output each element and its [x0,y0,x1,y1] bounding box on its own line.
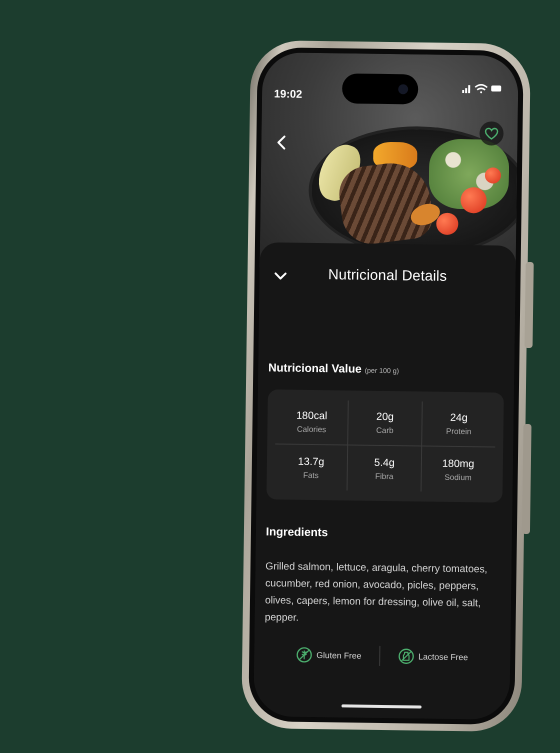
side-button [524,261,534,349]
nutrient-label: Sodium [444,472,472,482]
nutrient-value: 180cal [296,409,328,423]
nutrient-fats: 13.7g Fats [274,444,349,491]
tag-gluten-free: Gluten Free [296,647,361,664]
battery-icon [491,85,502,92]
screen: 19:02 Nutricional Details Nutricional Va… [253,52,519,720]
signal-icon [462,85,471,94]
nutrient-value: 180mg [442,457,475,470]
wifi-icon [474,84,488,94]
nutrient-label: Fats [303,470,319,480]
nutrient-value: 24g [450,411,468,425]
sheet-title: Nutricional Details [328,267,448,285]
nutrient-label: Carb [376,425,394,436]
nutrition-sheet: Nutricional Details Nutricional Value (p… [253,242,516,720]
nutrient-sodium: 180mg Sodium [421,447,495,493]
nutrient-calories: 180cal Calories [275,399,350,446]
nutrition-title-text: Nutricional Value [268,362,362,376]
tag-label: Lactose Free [418,651,469,663]
ingredients-text: Grilled salmon, lettuce, aragula, cherry… [264,561,488,624]
nutrient-fibra: 5.4g Fibra [347,445,422,492]
nutrient-value: 13.7g [297,455,325,468]
nutrient-label: Calories [296,424,327,435]
phone-bezel: 19:02 Nutricional Details Nutricional Va… [248,47,524,725]
nutrient-protein: 24g Protein [421,401,496,448]
back-button[interactable] [275,134,287,155]
camera [398,84,409,95]
gluten-free-icon [296,647,313,663]
home-indicator[interactable] [341,704,422,709]
phone-frame: 19:02 Nutricional Details Nutricional Va… [241,40,534,732]
tag-lactose-free: Lactose Free [398,648,468,665]
nutrient-label: Protein [445,426,472,437]
dynamic-island [341,73,419,105]
nutrition-grid: 180cal Calories 20g Carb 24g Protein 13.… [274,399,496,493]
ingredients-title: Ingredients [265,526,329,540]
sheet-header: Nutricional Details [259,242,516,302]
nutrient-value: 20g [376,410,394,424]
heart-icon [484,127,499,140]
side-button-lower [521,423,532,535]
tag-label: Gluten Free [316,650,362,661]
chevron-left-icon [277,135,286,150]
nutrition-section-title: Nutricional Value (per 100 g) [268,362,399,376]
diet-tags: Gluten Free Lactose Free [254,642,510,670]
status-icons [462,81,502,100]
tag-divider [379,645,381,666]
nutrient-value: 5.4g [374,456,395,469]
status-time: 19:02 [273,88,303,101]
nutrient-carb: 20g Carb [348,400,423,447]
nutrition-card: 180cal Calories 20g Carb 24g Protein 13.… [266,389,504,503]
lactose-free-icon [398,648,415,664]
nutrient-label: Fibra [375,471,394,481]
nutrition-unit-note: (per 100 g) [364,367,400,376]
